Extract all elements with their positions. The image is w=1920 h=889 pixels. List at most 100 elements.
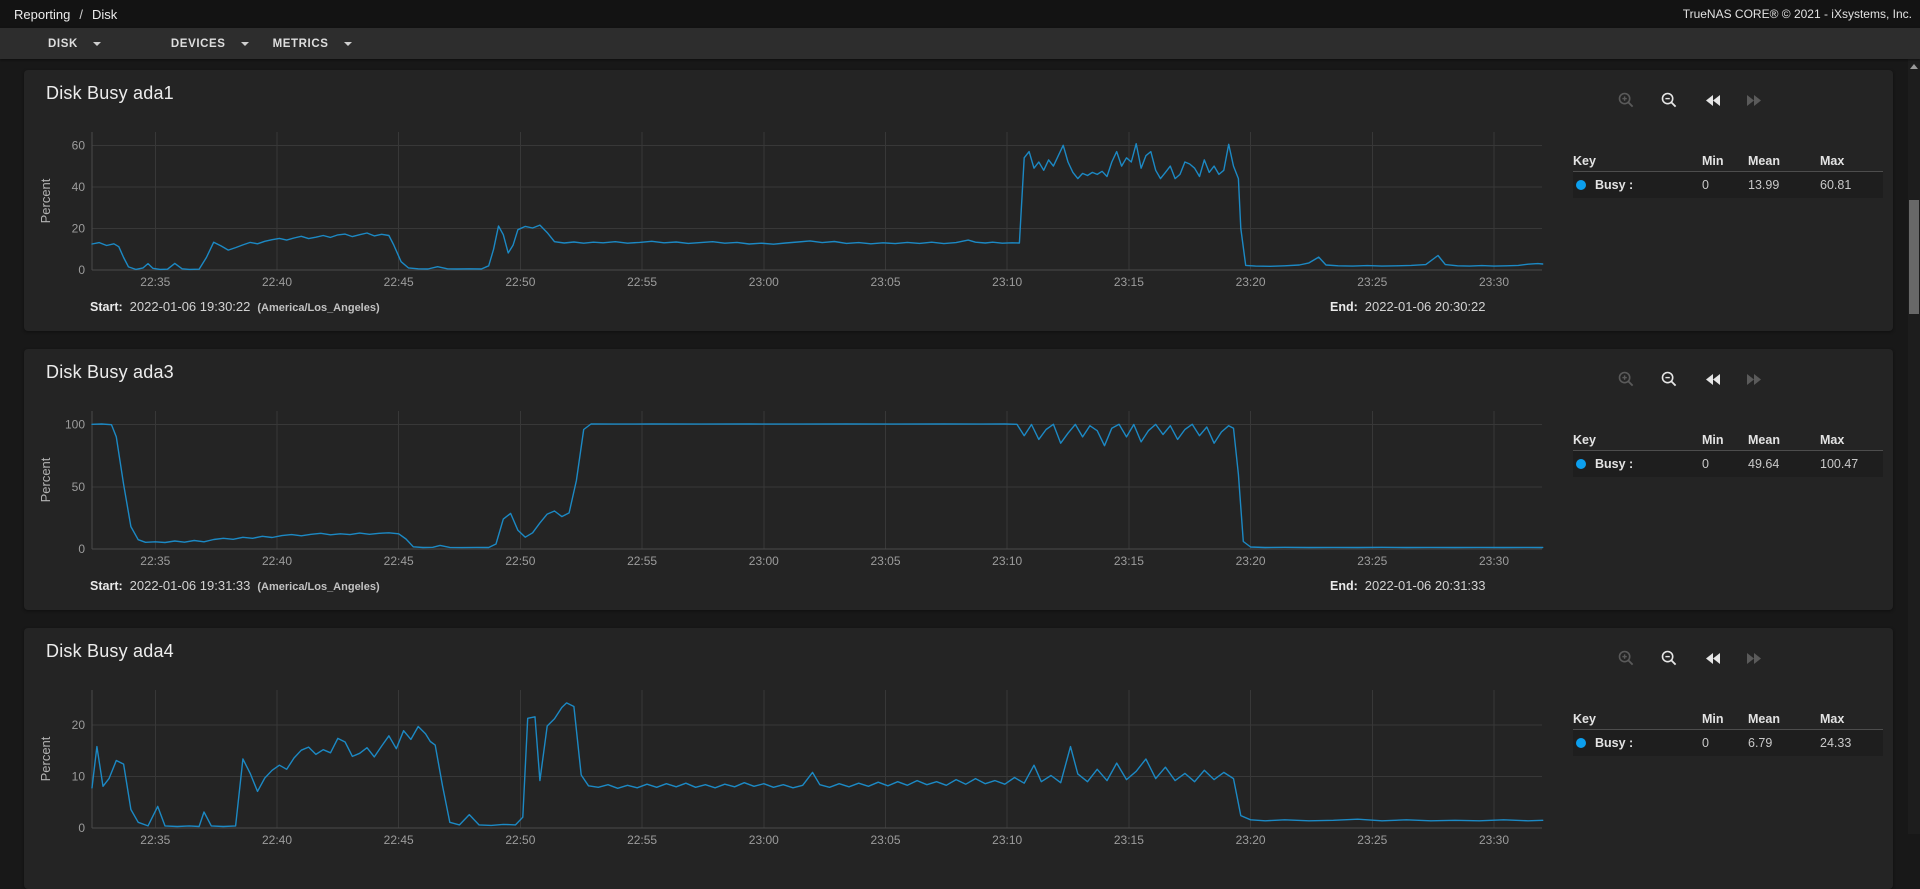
- start-timezone: (America/Los_Angeles): [257, 302, 380, 314]
- x-tick-label: 23:20: [1236, 275, 1266, 289]
- legend-mean-value: 13.99: [1748, 178, 1780, 192]
- legend-max-value: 60.81: [1820, 178, 1852, 192]
- x-tick-label: 22:55: [627, 833, 657, 847]
- y-tick-label: 20: [72, 221, 86, 235]
- breadcrumb: Reporting / Disk: [14, 7, 117, 22]
- zoom-in-icon[interactable]: [1617, 649, 1635, 667]
- legend-series-name: Busy :: [1595, 736, 1634, 750]
- legend-max-value: 100.47: [1820, 457, 1859, 471]
- legend-min-value: 0: [1702, 178, 1709, 192]
- dropdown-caret-icon: [240, 41, 249, 46]
- metrics-dropdown-label: METRICS: [272, 37, 329, 50]
- y-tick-label: 0: [78, 263, 85, 277]
- end-value: 2022-01-06 20:30:22: [1364, 299, 1486, 314]
- reporting-toolbar: DISK DEVICES METRICS: [0, 28, 1920, 59]
- legend-series-row: Busy : 0 49.64 100.47: [1573, 451, 1883, 477]
- chart-canvas[interactable]: 22:35 22:40 22:45 22:50 22:55 23:00 23:05 23:10…: [24, 628, 1564, 853]
- x-tick-label: 23:15: [1114, 275, 1144, 289]
- x-tick-label: 22:55: [627, 554, 657, 568]
- dropdown-caret-icon: [343, 41, 352, 46]
- x-tick-label: 23:20: [1236, 833, 1266, 847]
- scroll-up-icon[interactable]: [1909, 62, 1919, 72]
- x-tick-label: 23:30: [1479, 275, 1509, 289]
- legend-series-row: Busy : 0 13.99 60.81: [1573, 172, 1883, 198]
- y-tick-label: 100: [65, 418, 85, 432]
- step-forward-icon[interactable]: [1746, 370, 1764, 388]
- scrollbar-thumb[interactable]: [1909, 200, 1919, 314]
- zoom-in-icon[interactable]: [1617, 370, 1635, 388]
- zoom-out-icon[interactable]: [1660, 370, 1678, 388]
- x-tick-label: 22:40: [262, 275, 292, 289]
- step-forward-icon[interactable]: [1746, 649, 1764, 667]
- x-tick-label: 23:15: [1114, 554, 1144, 568]
- legend-min-value: 0: [1702, 457, 1709, 471]
- y-axis-title: Percent: [38, 457, 53, 502]
- time-range-row: Start: 2022-01-06 19:31:33 (America/Los_An…: [24, 578, 1569, 596]
- x-tick-label: 23:25: [1357, 275, 1387, 289]
- x-tick-label: 23:15: [1114, 833, 1144, 847]
- chart-card-ada4: Disk Busy ada4 22:35 22:40 22:45 22:50 22:55…: [24, 628, 1893, 889]
- legend-header-max: Max: [1820, 432, 1845, 447]
- legend-header-row: Key Min Mean Max: [1573, 429, 1883, 451]
- x-tick-label: 23:05: [870, 833, 900, 847]
- chart-canvas[interactable]: 22:35 22:40 22:45 22:50 22:55 23:00 23:05 23:10…: [24, 70, 1564, 295]
- step-back-icon[interactable]: [1703, 370, 1721, 388]
- zoom-in-icon[interactable]: [1617, 91, 1635, 109]
- busy-series-line: [91, 423, 1544, 549]
- zoom-out-icon[interactable]: [1660, 91, 1678, 109]
- y-tick-label: 60: [72, 138, 86, 152]
- x-tick-label: 23:00: [749, 275, 779, 289]
- legend-header-key: Key: [1573, 153, 1596, 168]
- x-tick-label: 22:50: [505, 833, 535, 847]
- x-tick-label: 23:10: [992, 833, 1022, 847]
- legend-header-key: Key: [1573, 711, 1596, 726]
- y-axis-title: Percent: [38, 736, 53, 781]
- legend-header-mean: Mean: [1748, 432, 1780, 447]
- copyright-text: TrueNAS CORE® © 2021 - iXsystems, Inc.: [1682, 7, 1912, 21]
- x-tick-label: 23:25: [1357, 554, 1387, 568]
- x-tick-label: 22:35: [140, 554, 170, 568]
- x-tick-label: 22:35: [140, 275, 170, 289]
- series-color-dot: [1576, 738, 1586, 748]
- disk-dropdown-button[interactable]: DISK: [36, 28, 113, 59]
- legend-header-min: Min: [1702, 432, 1724, 447]
- legend-header-max: Max: [1820, 711, 1845, 726]
- legend-header-row: Key Min Mean Max: [1573, 708, 1883, 730]
- x-tick-label: 23:10: [992, 275, 1022, 289]
- chart-legend: Key Min Mean Max Busy : 0 6.79 24.33: [1573, 708, 1883, 756]
- legend-header-min: Min: [1702, 153, 1724, 168]
- step-forward-icon[interactable]: [1746, 91, 1764, 109]
- breadcrumb-separator: /: [79, 6, 83, 22]
- busy-series-line: [91, 142, 1544, 271]
- x-tick-label: 22:50: [505, 554, 535, 568]
- legend-max-value: 24.33: [1820, 736, 1852, 750]
- chart-card-ada1: Disk Busy ada1 22:35 22:40 22:45 22:50 22:55…: [24, 70, 1893, 331]
- chart-canvas[interactable]: 22:35 22:40 22:45 22:50 22:55 23:00 23:05 23:10…: [24, 349, 1564, 574]
- y-tick-label: 10: [72, 770, 86, 784]
- step-back-icon[interactable]: [1703, 649, 1721, 667]
- breadcrumb-section[interactable]: Reporting: [14, 7, 70, 22]
- dropdown-caret-icon: [92, 41, 101, 46]
- legend-series-name: Busy :: [1595, 178, 1634, 192]
- chart-actions: [1617, 91, 1764, 109]
- start-value: 2022-01-06 19:30:22: [129, 299, 251, 314]
- start-label: Start:: [90, 579, 123, 593]
- disk-dropdown-label: DISK: [48, 37, 78, 50]
- chart-legend: Key Min Mean Max Busy : 0 49.64 100.47: [1573, 429, 1883, 477]
- time-range-row: Start: 2022-01-06 19:30:22 (America/Los_An…: [24, 299, 1569, 317]
- legend-mean-value: 6.79: [1748, 736, 1773, 750]
- start-value: 2022-01-06 19:31:33: [129, 578, 251, 593]
- series-color-dot: [1576, 180, 1586, 190]
- devices-dropdown-label: DEVICES: [170, 37, 226, 50]
- scrollbar-track[interactable]: [1908, 59, 1920, 834]
- y-tick-label: 20: [72, 718, 86, 732]
- metrics-dropdown-button[interactable]: METRICS: [261, 28, 364, 59]
- x-tick-label: 23:05: [870, 554, 900, 568]
- x-tick-label: 23:10: [992, 554, 1022, 568]
- step-back-icon[interactable]: [1703, 91, 1721, 109]
- x-tick-label: 22:40: [262, 554, 292, 568]
- zoom-out-icon[interactable]: [1660, 649, 1678, 667]
- devices-dropdown-button[interactable]: DEVICES: [159, 28, 261, 59]
- x-tick-label: 22:45: [384, 833, 414, 847]
- x-tick-label: 22:45: [384, 275, 414, 289]
